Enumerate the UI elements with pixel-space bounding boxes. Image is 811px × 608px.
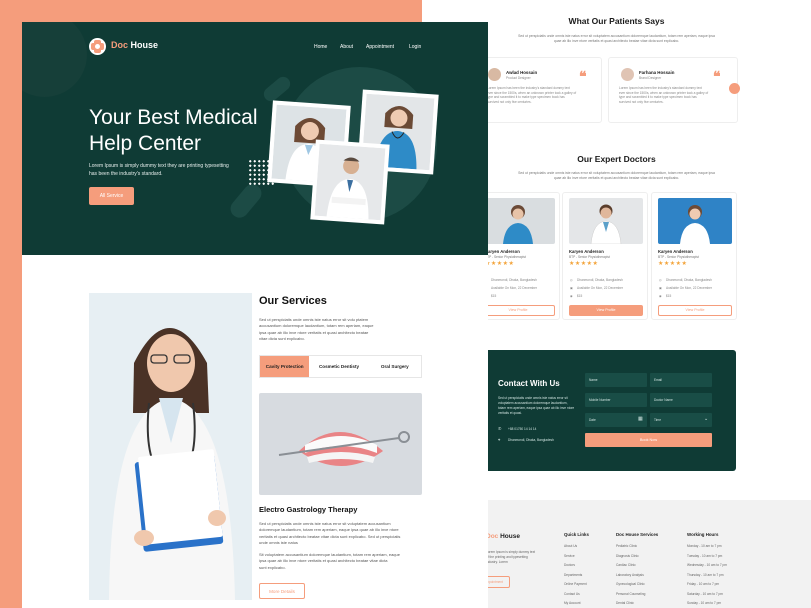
view-profile-button[interactable]: View Profile [658,305,732,316]
contact-address: Dhanmondi, Dhaka, Bangladesh [508,438,554,442]
logo-text[interactable]: Doc House [111,40,158,50]
doctor-card: Karyen Anderson BTP - Senior Physiothera… [651,192,737,320]
doctor-photo [658,198,732,244]
avatar [488,68,501,81]
doctor-photo [569,198,643,244]
doctor-role: BTP - Senior Physiotherapist [658,255,699,259]
testimonial-card: Farhana Hossain Brand Designer ❝ Lorem I… [608,57,738,123]
email-field[interactable]: Email [650,373,712,387]
doctor-price: $15 [491,294,497,298]
left-page-mockup: Doc House Home About Appointment Login Y… [22,22,488,608]
service-tabs: Cavity Protection Cosmetic Dentisty Oral… [259,355,422,378]
decor-circle [22,22,87,97]
services-title: Our Services [259,295,327,307]
doctor-location: Dhanmondi, Dhaka, Bangladesh [577,278,623,282]
tab-oral-surgery[interactable]: Oral Surgery [369,356,421,377]
nav-home[interactable]: Home [314,44,327,50]
name-field[interactable]: Name [585,373,647,387]
services-list: Pediatric Clinic Diagnosis Clinic Cardia… [616,544,646,605]
location-icon: ⌖ [498,437,501,442]
doctor-role: BTP - Senior Physiotherapist [569,255,610,259]
pill-icon [261,73,293,105]
doctor-location: Dhanmondi, Dhaka, Bangladesh [491,278,537,282]
doctor-card: Karyen Anderson BTP - Senior Physiothera… [562,192,648,320]
hero-section: Doc House Home About Appointment Login Y… [22,22,488,255]
rating-stars: ★★★★★ [485,261,515,267]
hero-subtitle: Lorem Ipsum is simply dummy text they ar… [89,163,229,177]
teeth-image [259,393,422,495]
carousel-next-button[interactable] [729,83,740,94]
all-service-button[interactable]: All Service [89,187,134,205]
therapy-text: Sed ut perspiciatis unde omnis iste natu… [259,521,401,546]
doctor-name: Karyen Anderson [658,249,693,254]
rating-stars: ★★★★★ [569,261,599,267]
testimonial-card: Awlad Hossain Product Designer ❝ Lorem I… [472,57,602,123]
nav-appointment[interactable]: Appointment [366,44,394,50]
calendar-icon: ▣ [570,286,574,290]
contact-phone: +88 01750 14 14 14 [508,427,537,431]
doctor-price: $15 [666,294,672,298]
footer-logo: Doc House [486,533,520,540]
doctor-price: $15 [577,294,583,298]
book-now-button[interactable]: Book Now [585,433,712,447]
time-field[interactable]: Time [650,413,712,427]
testimonial-name: Farhana Hossain [639,70,675,75]
testimonial-role: Brand Designer [639,76,662,80]
hero-title: Your Best Medical Help Center [89,106,258,155]
doctor-photo [481,198,555,244]
quote-icon: ❝ [579,69,587,85]
working-hours-title: Working Hours [687,532,719,537]
doctor-name-field[interactable]: Doctor Name [650,393,712,407]
more-details-button[interactable]: More Details [259,583,305,599]
nav-login[interactable]: Login [409,44,421,50]
tab-cavity-protection[interactable]: Cavity Protection [260,356,310,377]
mobile-field[interactable]: Mobile Number [585,393,647,407]
phone-icon: ✆ [498,426,502,431]
quick-links-list: About Us Service Doctors Departments Onl… [564,544,587,605]
calendar-icon: ▦ [638,416,643,422]
testimonial-text: Lorem Ipsum has been the industry's stan… [619,86,709,104]
therapy-text-2: Sit voluptatem accusantium doloremque la… [259,552,400,570]
doctor-photo [89,293,252,600]
quote-icon: ❝ [713,69,721,85]
view-profile-button[interactable]: View Profile [569,305,643,316]
contact-title: Contact With Us [498,379,560,388]
doctor-location: Dhanmondi, Dhaka, Bangladesh [666,278,712,282]
doctor-availability: Available On Mon, 22 December [491,286,538,290]
logo-icon [89,38,106,55]
doctor-role: BTP - Senior Physiotherapist [485,255,526,259]
chevron-down-icon: ⌄ [704,416,709,422]
testimonial-role: Product Designer [506,76,531,80]
doctor-availability: Available On Mon, 22 December [577,286,624,290]
contact-section: Contact With Us Sed ut perspiciatis unde… [485,350,736,471]
testimonial-text: Lorem Ipsum has been the industry's stan… [487,86,577,104]
footer-about: Lorem Ipsum is simply dummy text of the … [486,550,536,564]
location-icon: ◎ [570,278,573,282]
doctor-name: Karyen Anderson [569,249,604,254]
pill-icon [226,180,266,222]
calendar-icon: ▣ [659,286,663,290]
quick-links-title: Quick Links [564,532,589,537]
working-hours-list: Monday - 10 am to 7 pm Tuesday - 10 am t… [687,544,727,605]
price-icon: ◉ [570,294,573,298]
doctor-photo [310,139,390,225]
tab-cosmetic-dentisty[interactable]: Cosmetic Dentisty [309,356,368,377]
services-list-title: Doc House Services [616,532,659,537]
rating-stars: ★★★★★ [658,261,688,267]
contact-text: Sed ut perspiciatis unde omnis iste natu… [498,396,575,415]
price-icon: ◉ [659,294,662,298]
therapy-title: Electro Gastrology Therapy [259,505,358,514]
services-text: Sed ut perspiciatis unde omnis iste natu… [259,317,374,342]
doctor-name: Karyen Anderson [485,249,520,254]
doctor-availability: Available On Mon, 22 December [666,286,713,290]
view-profile-button[interactable]: View Profile [481,305,555,316]
testimonial-name: Awlad Hossain [506,70,538,75]
location-icon: ◎ [659,278,662,282]
avatar [621,68,634,81]
nav-about[interactable]: About [340,44,353,50]
